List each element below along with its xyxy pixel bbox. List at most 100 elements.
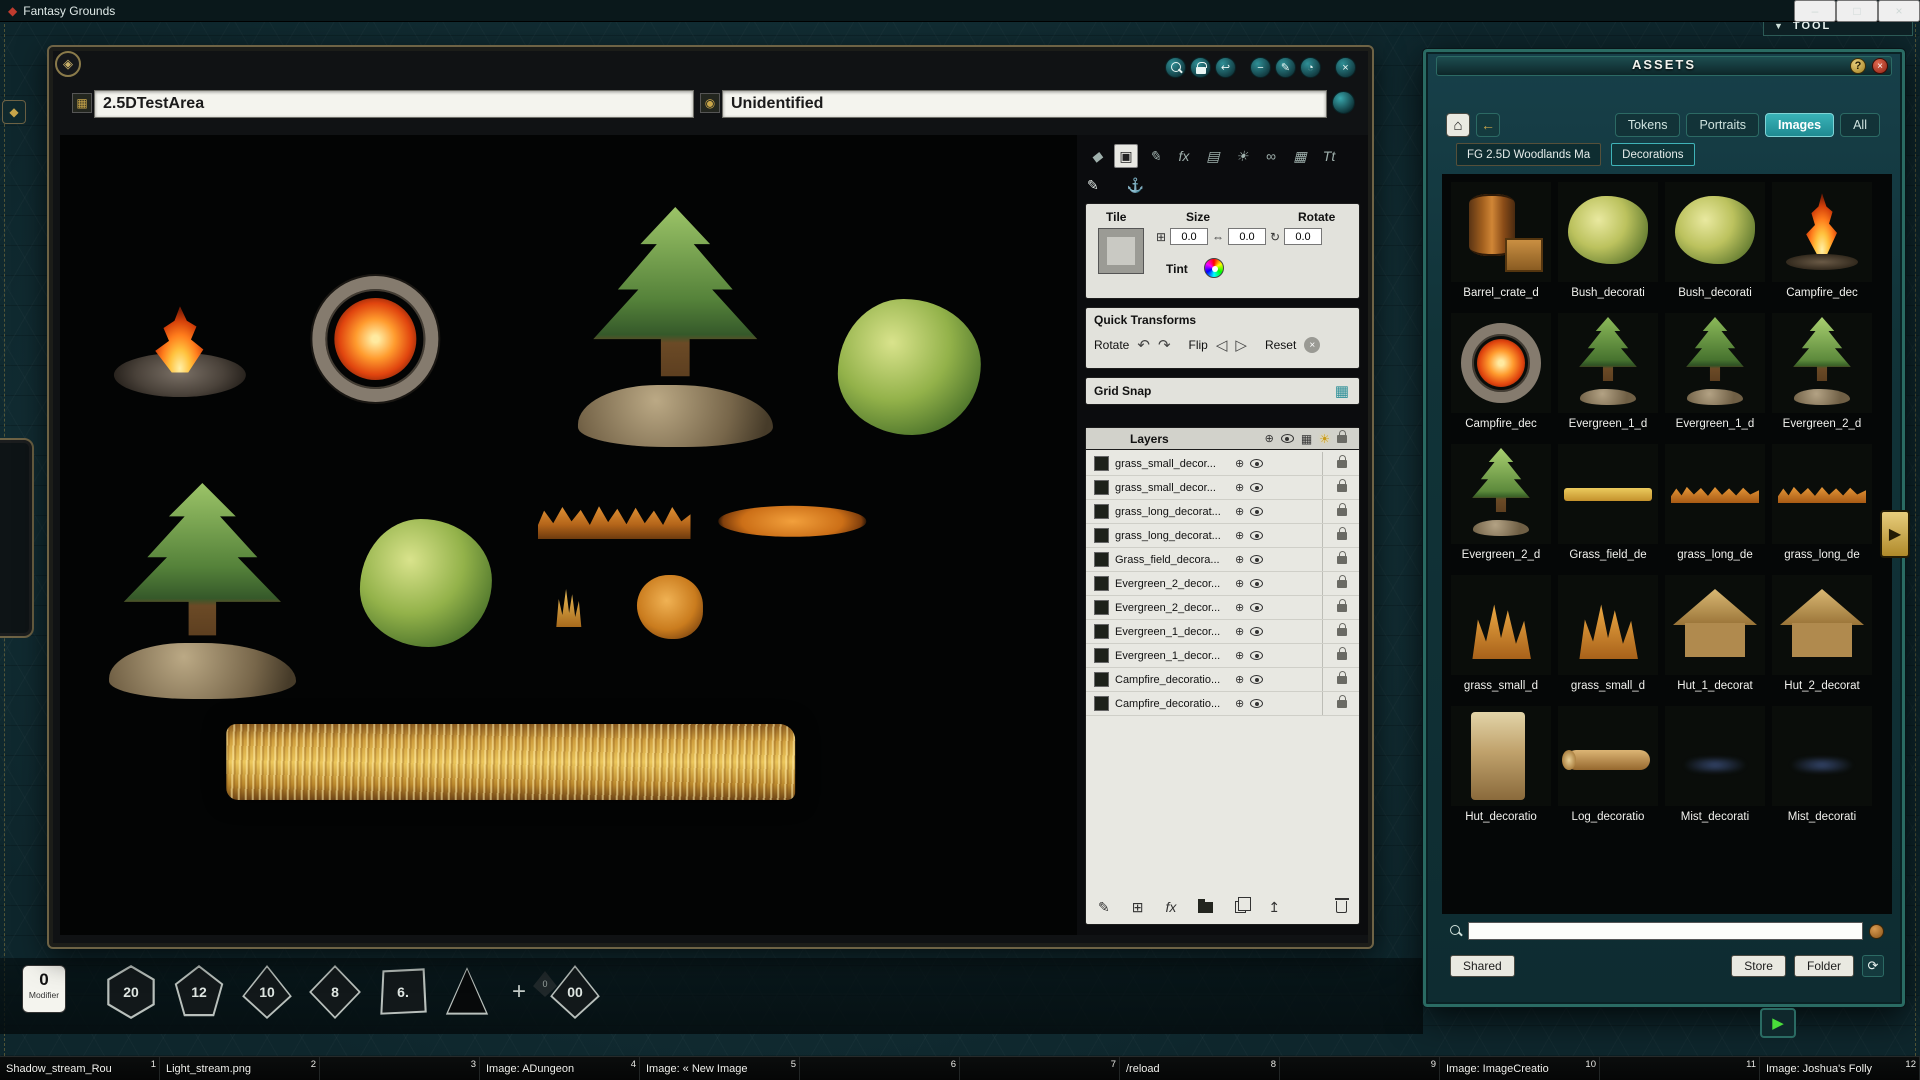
hotkey-slot[interactable]: Image: ImageCreatio 10 xyxy=(1440,1057,1600,1080)
hotkey-slot[interactable]: Image: « New Image 5 xyxy=(640,1057,800,1080)
layer-row[interactable]: Campfire_decoratio... ⊕ xyxy=(1086,668,1359,692)
reset-button[interactable]: × xyxy=(1304,337,1320,353)
store-button[interactable]: Store xyxy=(1731,955,1786,977)
layer-row[interactable]: Evergreen_2_decor... ⊕ xyxy=(1086,572,1359,596)
tint-color-wheel[interactable] xyxy=(1204,258,1224,278)
hotkey-slot[interactable]: 9 xyxy=(1280,1057,1440,1080)
asset-thumbnail[interactable] xyxy=(1665,313,1765,413)
layer-visibility-toggle[interactable] xyxy=(1250,651,1263,660)
layer-visibility-toggle[interactable] xyxy=(1250,459,1263,468)
layer-visibility-toggle[interactable] xyxy=(1250,507,1263,516)
add-effect-layer-button[interactable]: fx xyxy=(1165,899,1176,915)
hotkey-slot[interactable]: Light_stream.png 2 xyxy=(160,1057,320,1080)
layer-target-button[interactable]: ⊕ xyxy=(1235,577,1244,590)
layer-visibility-toggle[interactable] xyxy=(1250,531,1263,540)
asset-item[interactable]: Hut_1_decorat xyxy=(1665,575,1765,697)
asset-thumbnail[interactable] xyxy=(1451,313,1551,413)
layer-row[interactable]: grass_long_decorat... ⊕ xyxy=(1086,500,1359,524)
folder-button[interactable]: Folder xyxy=(1794,955,1854,977)
asset-thumbnail[interactable] xyxy=(1558,313,1658,413)
mode-grid[interactable]: ▦ xyxy=(1288,144,1312,168)
draw-button[interactable]: ✎ xyxy=(1275,57,1296,78)
asset-thumbnail[interactable] xyxy=(1665,575,1765,675)
mode-effects[interactable]: fx xyxy=(1172,144,1196,168)
layer-visibility-toggle[interactable] xyxy=(1250,627,1263,636)
asset-thumbnail[interactable] xyxy=(1772,706,1872,806)
layer-lock-toggle[interactable] xyxy=(1337,676,1347,684)
asset-item[interactable]: Hut_2_decorat xyxy=(1772,575,1872,697)
layer-visibility-toggle[interactable] xyxy=(1250,555,1263,564)
layer-lock-toggle[interactable] xyxy=(1337,556,1347,564)
die-d10[interactable]: 10 xyxy=(240,965,294,1019)
asset-thumbnail[interactable] xyxy=(1558,444,1658,544)
hotkey-slot[interactable]: Image: ADungeon 4 xyxy=(480,1057,640,1080)
layer-target-button[interactable]: ⊕ xyxy=(1235,505,1244,518)
shade-button[interactable]: ◔ xyxy=(1300,57,1321,78)
panel-expand-arrow[interactable]: ▶ xyxy=(1880,510,1910,558)
layer-lock-toggle[interactable] xyxy=(1337,628,1347,636)
asset-item[interactable]: Barrel_crate_d xyxy=(1451,182,1551,304)
asset-thumbnail[interactable] xyxy=(1665,706,1765,806)
mode-tiles[interactable]: ▤ xyxy=(1201,144,1225,168)
mode-text[interactable]: Tt xyxy=(1317,144,1341,168)
map-decoration[interactable] xyxy=(114,305,246,397)
asset-item[interactable]: grass_long_de xyxy=(1665,444,1765,566)
map-story-field[interactable] xyxy=(722,90,1327,118)
tile-preview[interactable] xyxy=(1098,228,1144,274)
map-decoration[interactable] xyxy=(538,503,691,539)
mode-draw[interactable]: ✎ xyxy=(1143,144,1167,168)
size-width-field[interactable] xyxy=(1170,228,1208,245)
die-d4[interactable] xyxy=(444,965,490,1019)
layer-target-button[interactable]: ⊕ xyxy=(1235,625,1244,638)
asset-thumbnail[interactable] xyxy=(1451,575,1551,675)
visibility-all-toggle[interactable] xyxy=(1281,434,1294,443)
layer-target-button[interactable]: ⊕ xyxy=(1235,529,1244,542)
asset-item[interactable]: grass_small_d xyxy=(1558,575,1658,697)
die-d12[interactable]: 12 xyxy=(172,965,226,1019)
asset-item[interactable]: grass_small_d xyxy=(1451,575,1551,697)
asset-item[interactable]: Evergreen_2_d xyxy=(1451,444,1551,566)
layer-lock-toggle[interactable] xyxy=(1337,604,1347,612)
window-close-button[interactable]: × xyxy=(1878,0,1920,22)
layer-lock-toggle[interactable] xyxy=(1337,580,1347,588)
modifier-plus-button[interactable]: + xyxy=(504,965,534,1019)
layer-visibility-toggle[interactable] xyxy=(1250,579,1263,588)
breadcrumb-module[interactable]: FG 2.5D Woodlands Ma xyxy=(1456,143,1601,166)
tab-tokens[interactable]: Tokens xyxy=(1615,113,1681,137)
asset-thumbnail[interactable] xyxy=(1772,182,1872,282)
play-button[interactable]: ▶ xyxy=(1760,1008,1796,1038)
window-minimize-button[interactable]: – xyxy=(1794,0,1836,22)
asset-thumbnail[interactable] xyxy=(1665,444,1765,544)
layer-row[interactable]: Grass_field_decora... ⊕ xyxy=(1086,548,1359,572)
layer-lock-toggle[interactable] xyxy=(1337,508,1347,516)
layer-target-button[interactable]: ⊕ xyxy=(1235,697,1244,710)
mode-mask[interactable]: ∞ xyxy=(1259,144,1283,168)
rotate-cw-button[interactable]: ↷ xyxy=(1158,336,1171,354)
map-decoration[interactable] xyxy=(553,207,797,447)
subtool-anchor[interactable]: ⚓ xyxy=(1127,177,1144,194)
layer-lock-toggle[interactable] xyxy=(1337,652,1347,660)
layer-lock-toggle[interactable] xyxy=(1337,700,1347,708)
map-decoration[interactable] xyxy=(637,575,703,639)
asset-item[interactable]: Bush_decorati xyxy=(1558,182,1658,304)
asset-item[interactable]: Grass_field_de xyxy=(1558,444,1658,566)
layer-target-button[interactable]: ⊕ xyxy=(1235,601,1244,614)
asset-item[interactable]: Campfire_dec xyxy=(1772,182,1872,304)
asset-thumbnail[interactable] xyxy=(1665,182,1765,282)
layer-target-button[interactable]: ⊕ xyxy=(1235,673,1244,686)
window-maximize-button[interactable]: □ xyxy=(1836,0,1878,22)
map-decoration[interactable] xyxy=(360,519,492,647)
layer-target-button[interactable]: ⊕ xyxy=(1235,553,1244,566)
asset-thumbnail[interactable] xyxy=(1558,575,1658,675)
undo-button[interactable]: ↩ xyxy=(1215,57,1236,78)
asset-item[interactable]: Evergreen_1_d xyxy=(1665,313,1765,435)
mode-dice[interactable]: ◆ xyxy=(1085,144,1109,168)
map-decoration[interactable] xyxy=(838,299,980,435)
layer-row[interactable]: grass_long_decorat... ⊕ xyxy=(1086,524,1359,548)
assets-close-button[interactable]: × xyxy=(1872,58,1888,74)
map-decoration[interactable] xyxy=(85,483,319,699)
close-button[interactable]: × xyxy=(1335,57,1356,78)
layer-visibility-toggle[interactable] xyxy=(1250,699,1263,708)
asset-thumbnail[interactable] xyxy=(1451,706,1551,806)
asset-item[interactable]: Mist_decorati xyxy=(1665,706,1765,828)
